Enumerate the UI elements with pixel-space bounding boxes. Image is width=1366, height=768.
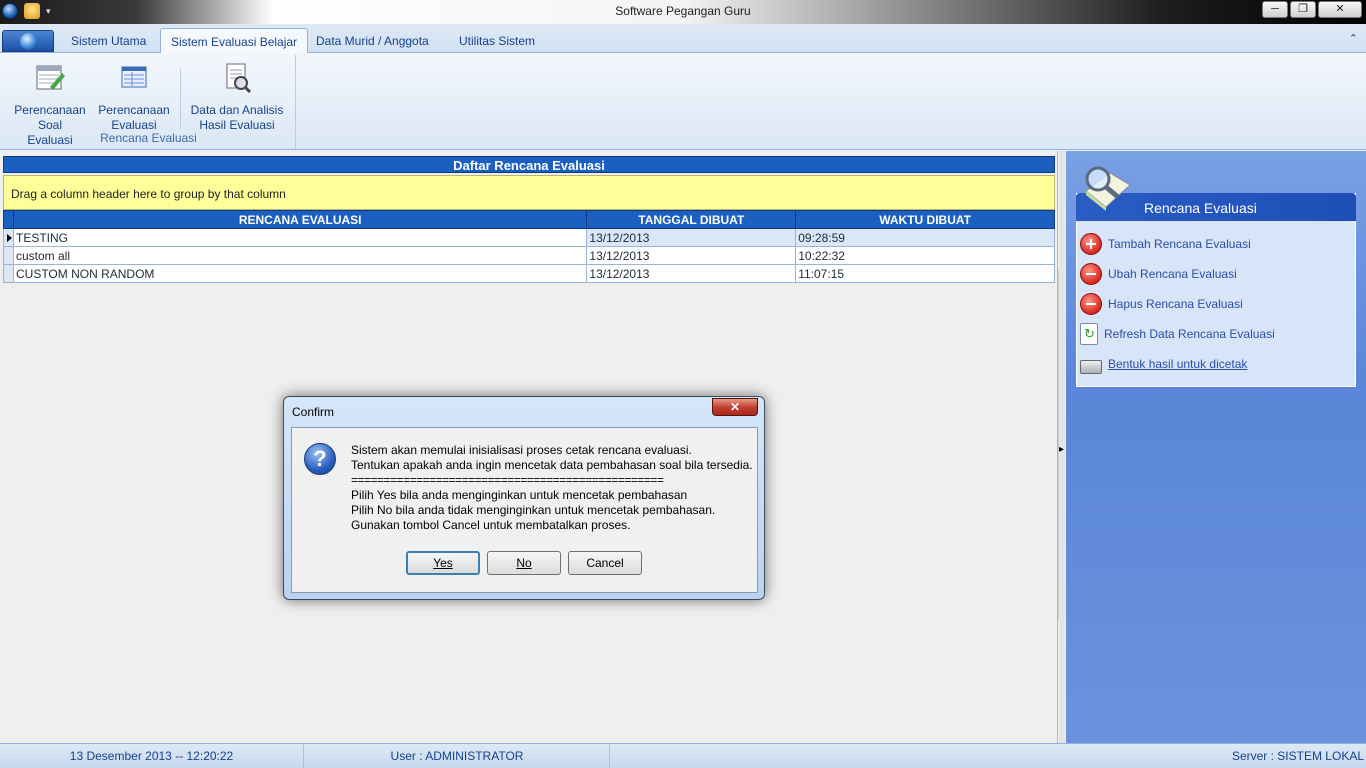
- edit-icon: [1080, 263, 1102, 285]
- cell-tanggal-dibuat[interactable]: 13/12/2013: [586, 264, 797, 283]
- no-button[interactable]: No: [487, 551, 561, 575]
- delete-icon: [1080, 293, 1102, 315]
- dialog-message-line: Pilih Yes bila anda menginginkan untuk m…: [351, 488, 688, 502]
- status-user: User : ADMINISTRATOR: [305, 744, 610, 768]
- ribbon-group-rencana-evaluasi: Perencanaan Soal Evaluasi Perencanaan Ev…: [2, 55, 296, 149]
- cell-rencana-evaluasi[interactable]: CUSTOM NON RANDOM: [12, 264, 588, 283]
- column-header-rencana-evaluasi[interactable]: RENCANA EVALUASI: [12, 210, 588, 229]
- bentuk-hasil-cetak-link[interactable]: Bentuk hasil untuk dicetak: [1080, 353, 1247, 375]
- hapus-rencana-evaluasi-label: Hapus Rencana Evaluasi: [1108, 297, 1243, 311]
- tab-sistem-evaluasi-belajar[interactable]: Sistem Evaluasi Belajar: [160, 28, 309, 54]
- row-indicator: [3, 228, 14, 247]
- refresh-data-link[interactable]: Refresh Data Rencana Evaluasi: [1080, 323, 1275, 345]
- grid-title: Daftar Rencana Evaluasi: [3, 156, 1055, 173]
- add-icon: [1080, 233, 1102, 255]
- no-button-label: No: [516, 556, 532, 570]
- row-indicator: [3, 264, 14, 283]
- cell-rencana-evaluasi[interactable]: custom all: [12, 246, 588, 265]
- dialog-body: ? Sistem akan memulai inisialisasi prose…: [291, 427, 758, 593]
- cancel-button[interactable]: Cancel: [568, 551, 642, 575]
- row-indicator-header: [3, 210, 14, 229]
- hapus-rencana-evaluasi-link[interactable]: Hapus Rencana Evaluasi: [1080, 293, 1243, 315]
- ribbon-separator: [180, 69, 181, 129]
- ubah-rencana-evaluasi-link[interactable]: Ubah Rencana Evaluasi: [1080, 263, 1237, 285]
- dialog-close-button[interactable]: ✕: [712, 398, 758, 416]
- perencanaan-evaluasi-button[interactable]: Perencanaan Evaluasi: [96, 61, 172, 133]
- collapse-ribbon-icon[interactable]: ⌃: [1349, 32, 1358, 45]
- refresh-data-label: Refresh Data Rencana Evaluasi: [1104, 327, 1275, 341]
- dialog-message-line: Sistem akan memulai inisialisasi proses …: [351, 443, 692, 457]
- tab-sistem-utama[interactable]: Sistem Utama: [71, 34, 146, 48]
- close-window-button[interactable]: ✕: [1318, 1, 1362, 18]
- dialog-message-line: Gunakan tombol Cancel untuk membatalkan …: [351, 518, 631, 532]
- dialog-title: Confirm: [292, 405, 335, 419]
- calendar-edit-icon: [36, 65, 65, 90]
- yes-button-label: Yes: [433, 556, 453, 570]
- minimize-button[interactable]: ─: [1262, 1, 1288, 18]
- refresh-document-icon: [1080, 323, 1098, 345]
- confirm-dialog: Confirm ✕ ? Sistem akan memulai inisiali…: [283, 396, 765, 600]
- magnifier-book-icon: [1085, 166, 1131, 211]
- status-bar: 13 Desember 2013 -- 12:20:22 User : ADMI…: [0, 743, 1366, 768]
- row-indicator: [3, 246, 14, 265]
- cell-waktu-dibuat[interactable]: 10:22:32: [795, 246, 1055, 265]
- ribbon-group-label: Rencana Evaluasi: [100, 131, 197, 145]
- perencanaan-evaluasi-label-1: Perencanaan: [98, 103, 170, 117]
- window-titlebar: ▾ Software Pegangan Guru ─ ❐ ✕: [0, 0, 1366, 24]
- table-row[interactable]: TESTING 13/12/2013 09:28:59: [3, 228, 1055, 247]
- cell-waktu-dibuat[interactable]: 11:07:15: [795, 264, 1055, 283]
- cell-waktu-dibuat[interactable]: 09:28:59: [795, 228, 1055, 247]
- group-by-panel[interactable]: Drag a column header here to group by th…: [3, 175, 1055, 210]
- table-row[interactable]: custom all 13/12/2013 10:22:32: [3, 246, 1055, 265]
- yes-button[interactable]: Yes: [406, 551, 480, 575]
- data-analisis-hasil-evaluasi-button[interactable]: Data dan Analisis Hasil Evaluasi: [188, 61, 286, 133]
- current-row-arrow-icon: [7, 233, 12, 242]
- ribbon-tabbar: Sistem Utama Sistem Evaluasi Belajar Dat…: [0, 24, 1366, 54]
- tab-utilitas-sistem[interactable]: Utilitas Sistem: [459, 34, 535, 48]
- dialog-message-line: Tentukan apakah anda ingin mencetak data…: [351, 458, 753, 472]
- column-header-waktu-dibuat[interactable]: WAKTU DIBUAT: [795, 210, 1055, 229]
- cell-tanggal-dibuat[interactable]: 13/12/2013: [586, 228, 797, 247]
- task-pane: Rencana Evaluasi Tambah Rencana Evaluasi…: [1066, 151, 1366, 743]
- maximize-button[interactable]: ❐: [1290, 1, 1316, 18]
- perencanaan-soal-label-1: Perencanaan: [14, 103, 86, 117]
- status-server: Server : SISTEM LOKAL: [1231, 749, 1364, 763]
- panel-splitter[interactable]: ▸: [1059, 151, 1065, 743]
- ubah-rencana-evaluasi-label: Ubah Rencana Evaluasi: [1108, 267, 1237, 281]
- printer-icon: [1080, 360, 1102, 374]
- column-header-tanggal-dibuat[interactable]: TANGGAL DIBUAT: [586, 210, 797, 229]
- tambah-rencana-evaluasi-label: Tambah Rencana Evaluasi: [1108, 237, 1251, 251]
- cell-tanggal-dibuat[interactable]: 13/12/2013: [586, 246, 797, 265]
- tambah-rencana-evaluasi-link[interactable]: Tambah Rencana Evaluasi: [1080, 233, 1251, 255]
- tab-data-murid[interactable]: Data Murid / Anggota: [316, 34, 429, 48]
- table-row[interactable]: CUSTOM NON RANDOM 13/12/2013 11:07:15: [3, 264, 1055, 283]
- app-orb-icon: [20, 33, 37, 50]
- splitter-arrow-icon[interactable]: ▸: [1059, 444, 1064, 455]
- cell-rencana-evaluasi[interactable]: TESTING: [12, 228, 588, 247]
- dialog-message-line: ========================================…: [351, 473, 664, 487]
- window-title: Software Pegangan Guru: [615, 4, 751, 18]
- ribbon-panel: Perencanaan Soal Evaluasi Perencanaan Ev…: [0, 53, 1366, 150]
- bentuk-hasil-cetak-label: Bentuk hasil untuk dicetak: [1108, 357, 1248, 371]
- question-icon: ?: [304, 443, 336, 475]
- dialog-message: Sistem akan memulai inisialisasi proses …: [351, 443, 753, 533]
- status-datetime: 13 Desember 2013 -- 12:20:22: [0, 744, 304, 768]
- dialog-message-line: Pilih No bila anda tidak menginginkan un…: [351, 503, 716, 517]
- rencana-evaluasi-table: RENCANA EVALUASI TANGGAL DIBUAT WAKTU DI…: [3, 210, 1055, 283]
- window-controls: ─ ❐ ✕: [1262, 1, 1362, 18]
- data-analisis-label-1: Data dan Analisis: [190, 103, 284, 117]
- document-search-icon: [226, 63, 252, 94]
- app-menu-button[interactable]: [2, 30, 54, 52]
- table-form-icon: [121, 66, 147, 88]
